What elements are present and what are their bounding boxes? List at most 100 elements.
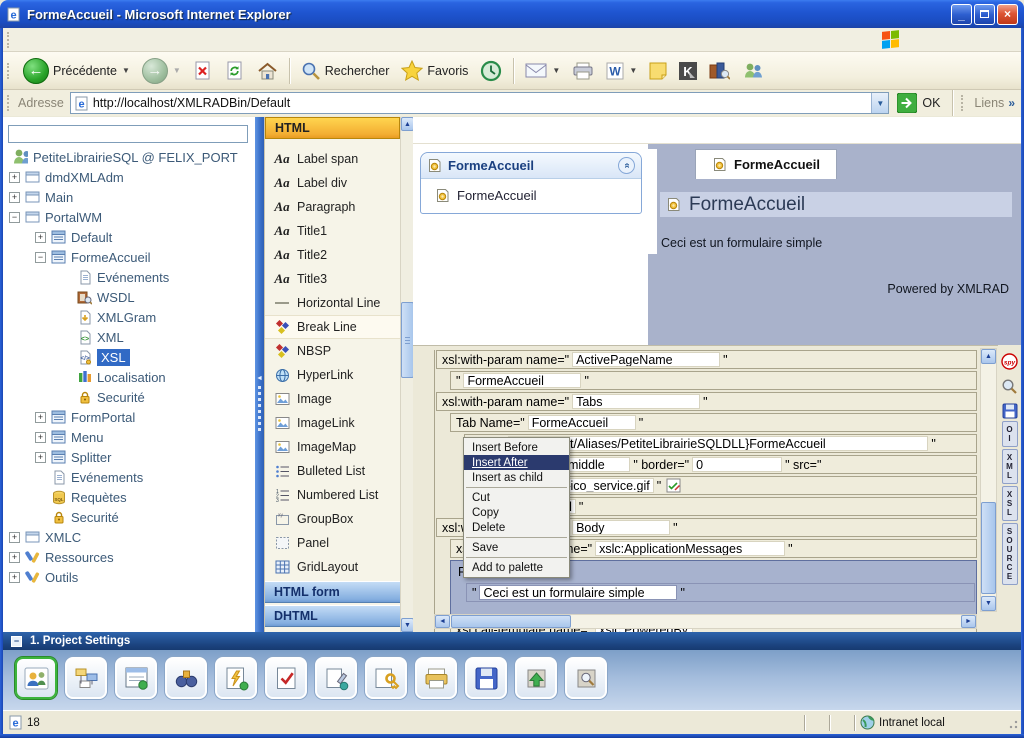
tree-filter-input[interactable] — [8, 125, 248, 143]
edit-attribute-icon[interactable] — [666, 478, 681, 493]
tree-node[interactable]: Evénements — [3, 467, 255, 487]
launcher-button[interactable] — [565, 657, 607, 699]
tree-node[interactable]: WSDL — [3, 287, 255, 307]
palette-section-header[interactable]: DHTML — [265, 605, 400, 627]
links-chevron-icon[interactable]: » — [1008, 96, 1015, 110]
tree-node-label[interactable]: XML — [97, 330, 124, 345]
splitter-collapse-icon[interactable]: ◄ — [256, 375, 263, 382]
code-field[interactable]: Tabs — [572, 394, 701, 409]
tree-expander[interactable]: + — [35, 411, 46, 423]
tree-node-label[interactable]: Securité — [71, 510, 119, 525]
palette-item-label[interactable]: Title3 — [297, 272, 327, 286]
scroll-down-icon[interactable]: ▼ — [981, 596, 996, 611]
context-menu-item[interactable]: Insert After — [464, 455, 569, 470]
code-row[interactable]: Tab Name=" FormeAccueil " — [450, 413, 977, 432]
favorites-button[interactable]: Favoris — [396, 58, 473, 84]
scrollbar-thumb[interactable] — [451, 615, 571, 628]
tree-node-label[interactable]: Outils — [45, 570, 78, 585]
tree-node-label[interactable]: PortalWM — [45, 210, 102, 225]
menu-bar-item[interactable] — [1003, 37, 1021, 43]
tree-node-label[interactable]: Securité — [97, 390, 145, 405]
research-button[interactable] — [704, 60, 735, 82]
palette-item-label[interactable]: GridLayout — [297, 560, 358, 574]
back-dropdown-icon[interactable]: ▼ — [122, 66, 130, 75]
palette-scrollbar[interactable]: ▲ ▼ — [400, 117, 414, 632]
print-button[interactable] — [567, 59, 599, 83]
tree-node[interactable]: + dmdXMLAdm — [3, 167, 255, 187]
palette-item[interactable]: Aa Title2 — [265, 243, 400, 267]
palette-item[interactable]: Aa Label span — [265, 147, 400, 171]
tree-expander[interactable]: + — [35, 431, 46, 443]
palette-item-label[interactable]: ImageLink — [297, 416, 355, 430]
palette-item[interactable]: HyperLink — [265, 363, 400, 387]
tree-expander[interactable]: + — [35, 451, 46, 463]
resize-grip[interactable] — [1005, 715, 1019, 730]
palette-item[interactable]: Aa Title1 — [265, 219, 400, 243]
code-field[interactable]: xslc:ApplicationMessages — [595, 541, 786, 556]
tree-node-label[interactable]: Splitter — [71, 450, 111, 465]
code-row[interactable]: "FormeAccueil" — [450, 371, 977, 390]
palette-item-label[interactable]: Bulleted List — [297, 464, 365, 478]
tree-expander[interactable]: + — [9, 171, 20, 183]
tree-expander[interactable]: − — [35, 251, 46, 263]
palette-item-label[interactable]: Image — [297, 392, 332, 406]
tree-node[interactable]: Securité — [3, 387, 255, 407]
palette-item[interactable]: Break Line — [265, 315, 400, 339]
side-tab[interactable]: OI — [1001, 421, 1018, 447]
palette-item[interactable]: ImageLink — [265, 411, 400, 435]
home-button[interactable] — [252, 59, 283, 83]
code-row[interactable]: " Ceci est un formulaire simple " — [466, 583, 975, 602]
tree-expander[interactable]: + — [9, 531, 20, 543]
mail-dropdown-icon[interactable]: ▼ — [552, 66, 560, 75]
palette-item-label[interactable]: Label span — [297, 152, 358, 166]
links-label[interactable]: Liens — [974, 96, 1004, 110]
launcher-button[interactable] — [515, 657, 557, 699]
palette-item[interactable]: Horizontal Line — [265, 291, 400, 315]
spy-icon[interactable]: spy — [1001, 353, 1018, 370]
palette-section-html[interactable]: HTML — [265, 117, 400, 139]
stop-button[interactable] — [188, 59, 218, 83]
close-button[interactable]: × — [997, 3, 1018, 25]
palette-item-label[interactable]: Horizontal Line — [297, 296, 380, 310]
back-button[interactable]: ← Précédente ▼ — [18, 56, 135, 86]
code-horizontal-scrollbar[interactable]: ◄ ► — [434, 614, 977, 629]
side-tab[interactable]: SOURCE — [1001, 523, 1018, 585]
tree-node-label[interactable]: Evénements — [71, 470, 143, 485]
notes-button[interactable] — [644, 60, 672, 82]
address-url[interactable]: http://localhost/XMLRADBin/Default — [93, 96, 872, 110]
palette-item[interactable]: xy GroupBox — [265, 507, 400, 531]
launcher-button[interactable] — [465, 657, 507, 699]
palette-item-label[interactable]: Title1 — [297, 224, 327, 238]
scrollbar-thumb[interactable] — [981, 502, 996, 594]
search-button[interactable]: Rechercher — [296, 59, 395, 83]
tree-node-label[interactable]: Default — [71, 230, 112, 245]
menu-bar-item[interactable] — [967, 37, 985, 43]
title-bar[interactable]: e FormeAccueil - Microsoft Internet Expl… — [0, 0, 1024, 28]
preview-tab[interactable]: FormeAccueil — [695, 149, 837, 179]
tree-node[interactable]: + Menu — [3, 427, 255, 447]
tree-node[interactable]: <> XML — [3, 327, 255, 347]
tree-node[interactable]: SQL Requètes — [3, 487, 255, 507]
palette-item[interactable]: NBSP — [265, 339, 400, 363]
scroll-left-icon[interactable]: ◄ — [435, 615, 450, 628]
code-field[interactable]: Body — [572, 520, 671, 535]
collapse-chevron-icon[interactable]: « — [618, 157, 635, 174]
code-field[interactable]: 0 — [692, 457, 783, 472]
menu-bar-item[interactable] — [913, 37, 931, 43]
tree-node-label[interactable]: XMLGram — [97, 310, 156, 325]
launcher-button[interactable] — [165, 657, 207, 699]
code-vertical-scrollbar[interactable]: ▲ ▼ — [980, 348, 997, 612]
tree-node-label[interactable]: Ressources — [45, 550, 114, 565]
context-menu-item[interactable]: Add to palette — [464, 560, 569, 575]
scroll-up-icon[interactable]: ▲ — [981, 349, 996, 364]
launcher-button[interactable] — [65, 657, 107, 699]
go-button[interactable]: OK — [889, 93, 948, 113]
menu-bar-item[interactable] — [931, 37, 949, 43]
palette-item-label[interactable]: Label div — [297, 176, 347, 190]
tree-node-label[interactable]: Evénements — [97, 270, 169, 285]
tree-expander[interactable]: + — [9, 191, 20, 203]
tree-node[interactable]: − FormeAccueil — [3, 247, 255, 267]
code-field[interactable]: Ceci est un formulaire simple — [479, 585, 678, 600]
tree-node-label[interactable]: FormPortal — [71, 410, 135, 425]
tree-node-label[interactable]: Requètes — [71, 490, 127, 505]
